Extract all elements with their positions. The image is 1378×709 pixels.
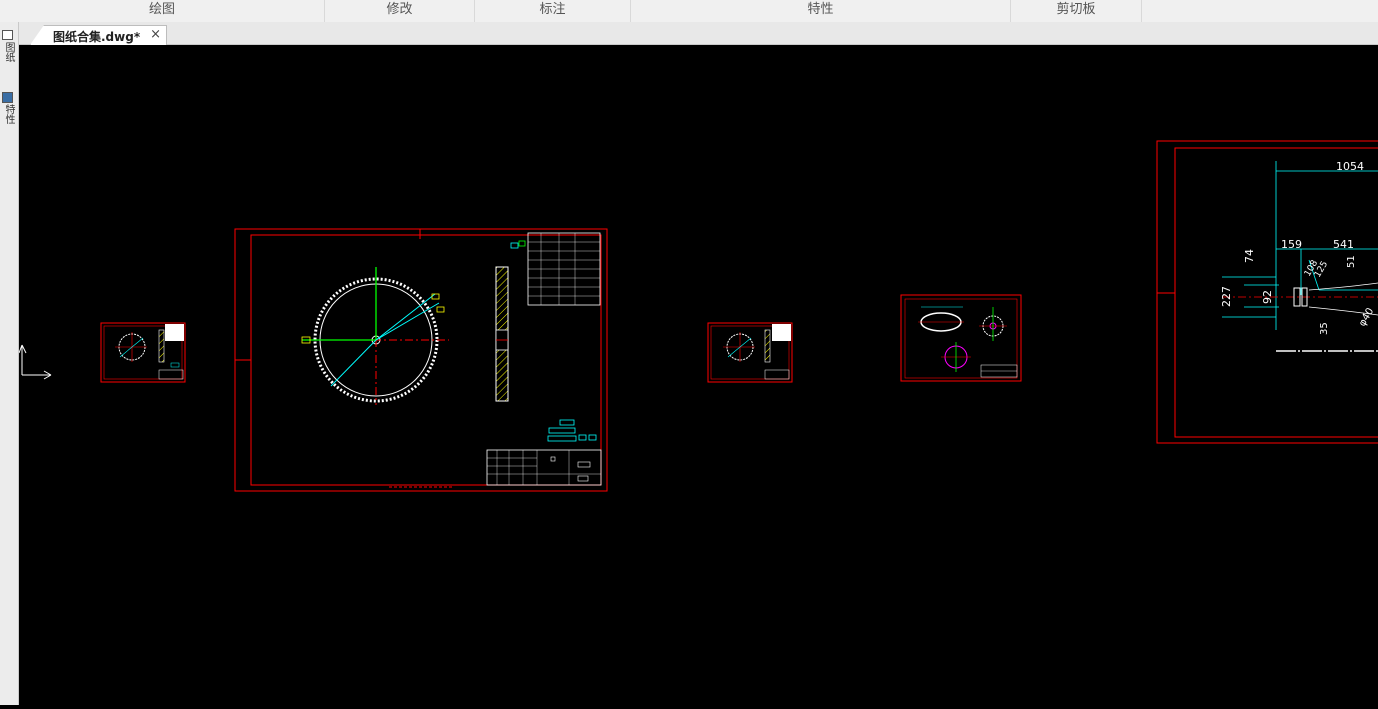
drawing-sheet-gear[interactable] xyxy=(234,228,608,492)
drawing-sheet-small-1[interactable] xyxy=(100,322,186,383)
dimension-label: 227 xyxy=(1220,286,1233,307)
left-side-panel: 图纸 特性 xyxy=(0,22,19,705)
ribbon-group-properties[interactable]: 特性 xyxy=(631,0,1011,22)
panel-tab-drawings[interactable]: 图纸 xyxy=(1,42,16,62)
panel-tab-properties[interactable]: 特性 xyxy=(1,104,16,124)
dimension-label: 159 xyxy=(1281,238,1302,251)
ribbon-group-annotate[interactable]: 标注 xyxy=(475,0,631,22)
dimension-label: φ40 xyxy=(1357,306,1376,328)
dimension-label: 1054 xyxy=(1336,160,1364,173)
dimension-label: 541 xyxy=(1333,238,1354,251)
document-tab-title: 图纸合集.dwg* xyxy=(53,30,141,44)
dimension-label: 51 xyxy=(1346,255,1357,268)
drawing-sheet-medium[interactable] xyxy=(900,294,1022,382)
drawing-sheet-small-2[interactable] xyxy=(707,322,793,383)
dimension-label: 74 xyxy=(1243,249,1256,263)
drawing-sheet-assembly[interactable]: 1054 159 541 51 35 108 125 φ40 74 227 92 xyxy=(1156,140,1378,444)
drawing-canvas[interactable]: 1054 159 541 51 35 108 125 φ40 74 227 92 xyxy=(18,45,1378,705)
document-tab-bar: 图纸合集.dwg* × xyxy=(0,22,1378,45)
ribbon-group-clipboard[interactable]: 剪切板 xyxy=(1011,0,1142,22)
properties-panel-icon[interactable] xyxy=(2,92,13,103)
ribbon-bar: 绘图 修改 标注 特性 剪切板 xyxy=(0,0,1378,23)
ribbon-group-draw[interactable]: 绘图 xyxy=(0,0,325,22)
dimension-label: 92 xyxy=(1261,290,1274,304)
document-tab[interactable]: 图纸合集.dwg* × xyxy=(30,25,167,45)
tab-notch xyxy=(30,25,44,45)
ribbon-group-modify[interactable]: 修改 xyxy=(325,0,475,22)
close-icon[interactable]: × xyxy=(150,27,161,42)
pin-icon[interactable] xyxy=(2,30,13,40)
dimension-label: 35 xyxy=(1319,322,1330,335)
ucs-icon xyxy=(18,344,52,380)
cad-drawing: 1054 159 541 51 35 108 125 φ40 74 227 92 xyxy=(18,140,1378,492)
